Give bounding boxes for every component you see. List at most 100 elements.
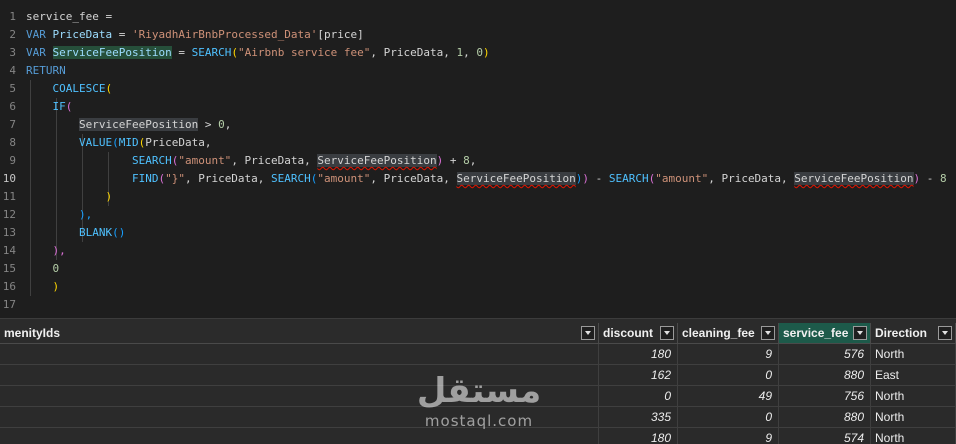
code-line[interactable]: 13 BLANK()	[0, 224, 956, 242]
code-line[interactable]: 5 COALESCE(	[0, 80, 956, 98]
line-number: 12	[2, 208, 16, 221]
table-cell-direction[interactable]: North	[871, 428, 956, 444]
table-cell-amenityIds[interactable]	[0, 365, 599, 386]
table-cell-cleaning-fee[interactable]: 0	[678, 365, 779, 386]
code-token: service_fee =	[26, 10, 119, 23]
code-line[interactable]: 17	[0, 296, 956, 314]
code-line[interactable]: 2 VAR PriceData = 'RiyadhAirBnbProcessed_…	[0, 26, 956, 44]
code-line[interactable]: 14 ),	[0, 242, 956, 260]
code-text: ServiceFeePosition > 0,	[26, 116, 231, 134]
table-cell-cleaning-fee[interactable]: 9	[678, 344, 779, 365]
column-header-label: discount	[603, 326, 653, 340]
code-token: "amount"	[317, 172, 371, 185]
code-text: VAR PriceData = 'RiyadhAirBnbProcessed_D…	[26, 26, 364, 44]
code-token: IF	[26, 100, 66, 113]
code-line[interactable]: 7 ServiceFeePosition > 0,	[0, 116, 956, 134]
table-cell-cleaning-fee[interactable]: 9	[678, 428, 779, 444]
code-text: VAR ServiceFeePosition = SEARCH("Airbnb …	[26, 44, 490, 62]
code-text: )	[26, 278, 59, 296]
table-cell-service-fee[interactable]: 880	[779, 407, 871, 428]
code-line[interactable]: 1 service_fee =	[0, 8, 956, 26]
code-token: COALESCE	[26, 82, 106, 95]
filter-dropdown-icon[interactable]	[938, 326, 952, 340]
line-number: 4	[9, 64, 16, 77]
filter-dropdown-icon[interactable]	[581, 326, 595, 340]
code-token: VAR	[26, 28, 53, 41]
line-number: 3	[9, 46, 16, 59]
table-cell-service-fee[interactable]: 756	[779, 386, 871, 407]
code-text: COALESCE(	[26, 80, 112, 98]
code-line[interactable]: 8 VALUE(MID(PriceData,	[0, 134, 956, 152]
code-line[interactable]: 6 IF(	[0, 98, 956, 116]
code-text: service_fee =	[26, 8, 119, 26]
table-cell-direction[interactable]: North	[871, 386, 956, 407]
table-cell-discount[interactable]: 180	[599, 344, 678, 365]
code-token: ,	[469, 154, 477, 167]
code-token: 8	[940, 172, 947, 185]
code-line[interactable]: 12 ),	[0, 206, 956, 224]
table-cell-discount[interactable]: 0	[599, 386, 678, 407]
table-cell-amenityIds[interactable]	[0, 386, 599, 407]
code-token: (	[105, 82, 113, 95]
line-number: 1	[9, 10, 16, 23]
code-token: =	[112, 28, 132, 41]
code-token: "Airbnb service fee"	[237, 46, 371, 59]
code-line[interactable]: 4 RETURN	[0, 62, 956, 80]
code-token: VAR	[26, 46, 53, 59]
code-token: +	[443, 154, 464, 167]
table-cell-service-fee[interactable]: 880	[779, 365, 871, 386]
code-token: )	[483, 46, 490, 59]
table-cell-discount[interactable]: 335	[599, 407, 678, 428]
code-token: (	[112, 136, 119, 149]
code-token: "amount"	[655, 172, 709, 185]
line-number: 11	[2, 190, 16, 203]
column-header-amenityIds[interactable]: menityIds	[0, 323, 599, 344]
code-line[interactable]: 11 )	[0, 188, 956, 206]
code-token: FIND	[26, 172, 159, 185]
table-cell-direction[interactable]: North	[871, 344, 956, 365]
code-text: IF(	[26, 98, 72, 116]
table-cell-service-fee[interactable]: 574	[779, 428, 871, 444]
table-cell-amenityIds[interactable]	[0, 428, 599, 444]
code-text: FIND("}", PriceData, SEARCH("amount", Pr…	[26, 170, 947, 188]
table-cell-amenityIds[interactable]	[0, 407, 599, 428]
code-token: ServiceFeePosition	[317, 154, 437, 167]
code-token: )	[26, 190, 113, 203]
table-cell-discount[interactable]: 162	[599, 365, 678, 386]
line-number: 16	[2, 280, 16, 293]
code-line[interactable]: 10 FIND("}", PriceData, SEARCH("amount",…	[0, 170, 956, 188]
line-number: 7	[9, 118, 16, 131]
code-token: 0	[218, 118, 225, 131]
filter-dropdown-icon[interactable]	[660, 326, 674, 340]
filter-dropdown-icon[interactable]	[853, 326, 867, 340]
code-token: SEARCH	[271, 172, 311, 185]
code-token: MID	[118, 136, 139, 149]
table-cell-discount[interactable]: 180	[599, 428, 678, 444]
code-token: =	[171, 46, 192, 59]
code-line[interactable]: 3 VAR ServiceFeePosition = SEARCH("Airbnb…	[0, 44, 956, 62]
line-number: 6	[9, 100, 16, 113]
code-text: )	[26, 188, 112, 206]
code-line[interactable]: 16 )	[0, 278, 956, 296]
code-line[interactable]: 15 0	[0, 260, 956, 278]
code-line[interactable]: 9 SEARCH("amount", PriceData, ServiceFee…	[0, 152, 956, 170]
line-number: 9	[9, 154, 16, 167]
code-token: (	[231, 46, 238, 59]
column-header-label: cleaning_fee	[682, 326, 755, 340]
table-cell-direction[interactable]: North	[871, 407, 956, 428]
column-header-service-fee[interactable]: service_fee	[779, 323, 871, 344]
column-header-direction[interactable]: Direction	[871, 323, 956, 344]
column-header-discount[interactable]: discount	[599, 323, 678, 344]
table-cell-cleaning-fee[interactable]: 49	[678, 386, 779, 407]
table-cell-direction[interactable]: East	[871, 365, 956, 386]
table-cell-service-fee[interactable]: 576	[779, 344, 871, 365]
table-cell-amenityIds[interactable]	[0, 344, 599, 365]
table-cell-cleaning-fee[interactable]: 0	[678, 407, 779, 428]
code-token: )	[582, 172, 589, 185]
dax-formula-editor[interactable]: 1 service_fee = 2 VAR PriceData = 'RiyadhA…	[0, 0, 956, 318]
code-token: ),	[26, 244, 66, 257]
code-token: PriceData,	[145, 136, 212, 149]
filter-dropdown-icon[interactable]	[761, 326, 775, 340]
code-token: -	[588, 172, 609, 185]
column-header-cleaning-fee[interactable]: cleaning_fee	[678, 323, 779, 344]
